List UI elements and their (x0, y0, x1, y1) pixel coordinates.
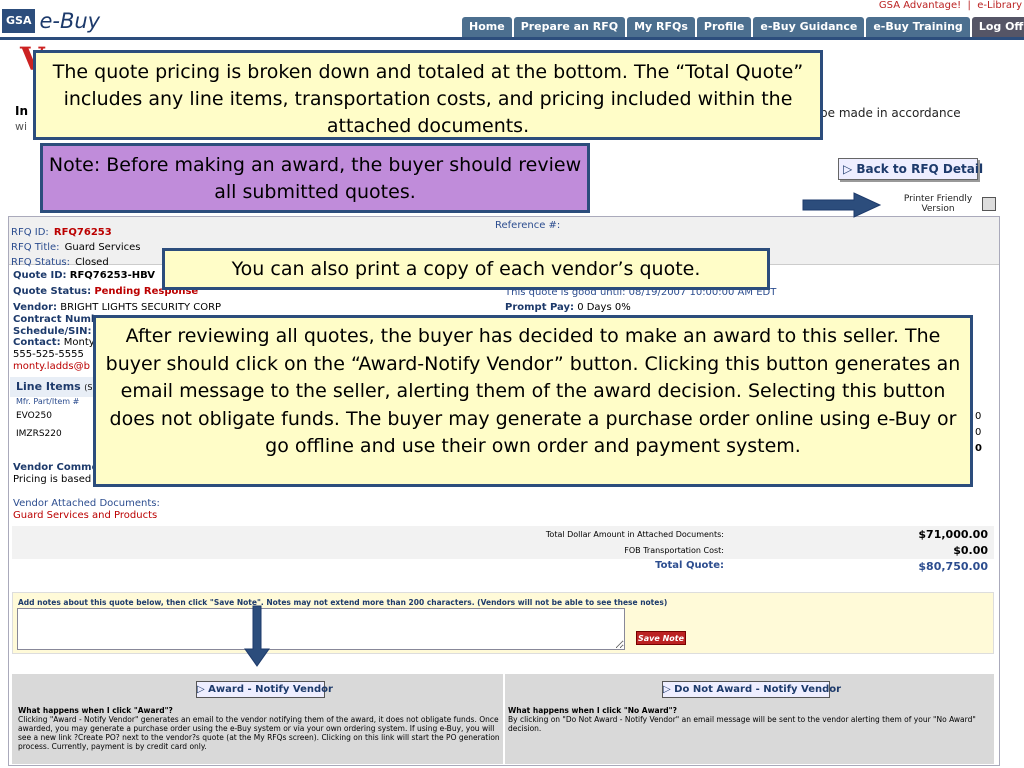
rfq-status-label: RFQ Status: (11, 257, 70, 268)
main-nav-tabs: Home Prepare an RFQ My RFQs Profile e-Bu… (462, 17, 1024, 37)
contract-number-label: Contract Numb (13, 314, 99, 325)
gsa-logo-box: GSA (2, 9, 36, 33)
intro-text-fragment: In (15, 104, 29, 118)
do-not-award-notify-vendor-button[interactable]: ▷ Do Not Award - Notify Vendor (662, 681, 841, 698)
award-explanation: Clicking "Award - Notify Vendor" generat… (18, 715, 500, 751)
totals-row: Total Dollar Amount in Attached Document… (12, 527, 994, 543)
rfq-status-row: RFQ Status: Closed (11, 250, 109, 269)
line-items-total-digit: 0 (975, 443, 982, 454)
fob-transport-label: FOB Transportation Cost: (624, 546, 724, 555)
vendor-comments-text: Pricing is based (13, 474, 92, 485)
contact-label: Contact: (13, 337, 61, 348)
tab-ebuy-training[interactable]: e-Buy Training (866, 17, 970, 37)
quote-id-label: Quote ID: (13, 270, 67, 281)
contact-phone: 555-525-5555 (13, 349, 84, 360)
total-quote-value: $80,750.00 (918, 560, 988, 573)
top-links: GSA Advantage! | e-Library (879, 0, 1022, 11)
back-button-label: Back to RFQ Detail (856, 162, 984, 176)
tab-home[interactable]: Home (462, 17, 512, 37)
vendor-row: Vendor: BRIGHT LIGHTS SECURITY CORP (13, 302, 221, 313)
arrow-down-icon (244, 605, 270, 667)
gsa-advantage-link[interactable]: GSA Advantage! (879, 0, 961, 11)
tab-profile[interactable]: Profile (696, 17, 752, 37)
back-to-rfq-detail-button[interactable]: ▷ Back to RFQ Detail (838, 158, 983, 180)
line-item-1-value-digit: 0 (975, 411, 982, 422)
mfr-part-column-header: Mfr. Part/Item # (16, 397, 80, 406)
no-award-explanation: By clicking on "Do Not Award - Notify Ve… (508, 715, 976, 733)
prompt-pay-row: Prompt Pay: 0 Days 0% (505, 302, 631, 313)
prompt-pay-value: 0 Days 0% (577, 302, 631, 313)
schedule-sin-label: Schedule/SIN: (13, 326, 92, 337)
contact-email-link[interactable]: monty.ladds@b (13, 361, 90, 372)
attached-document-link[interactable]: Guard Services and Products (13, 510, 157, 521)
line-item-2-value-digit: 0 (975, 427, 982, 438)
line-item-2: IMZRS220 (16, 429, 62, 439)
callout-award-instructions: After reviewing all quotes, the buyer ha… (93, 315, 973, 487)
tab-log-off[interactable]: Log Off (971, 17, 1024, 37)
line-items-label: Line Items (16, 380, 81, 393)
play-triangle-icon: ▷ (843, 162, 857, 176)
totals-row: Total Quote: $80,750.00 (12, 559, 994, 575)
award-notify-vendor-button[interactable]: ▷ Award - Notify Vendor (196, 681, 333, 698)
prompt-pay-label: Prompt Pay: (505, 302, 574, 313)
notes-textarea[interactable] (17, 608, 625, 650)
contact-row: Contact: Monty (13, 337, 95, 348)
gsa-ebuy-logo[interactable]: GSA e-Buy (2, 8, 100, 34)
callout-review-quotes-note: Note: Before making an award, the buyer … (40, 143, 590, 213)
printer-friendly-link[interactable]: Printer Friendly Version (893, 194, 983, 214)
ebuy-logo-text: e-Buy (39, 9, 101, 33)
fob-transport-value: $0.00 (953, 544, 988, 557)
award-question: What happens when I click "Award"? (18, 706, 173, 715)
attached-documents-label: Vendor Attached Documents: (13, 498, 160, 509)
no-award-button-label: Do Not Award - Notify Vendor (674, 684, 842, 695)
arrow-right-icon (802, 192, 882, 218)
vendor-label: Vendor: (13, 302, 58, 313)
no-award-question: What happens when I click "No Award"? (508, 706, 677, 715)
vendor-comments-label: Vendor Comme (13, 462, 99, 473)
elibrary-link[interactable]: e-Library (977, 0, 1022, 11)
notes-instructions: Add notes about this quote below, then c… (18, 598, 668, 607)
contact-value: Monty (63, 337, 95, 348)
line-item-1: EVO250 (16, 411, 52, 421)
printer-icon[interactable] (982, 197, 996, 211)
header-rule (0, 37, 1024, 40)
play-triangle-icon: ▷ (197, 684, 209, 695)
total-attached-label: Total Dollar Amount in Attached Document… (545, 530, 724, 539)
quote-id-value: RFQ76253-HBV (69, 270, 156, 281)
vendor-value: BRIGHT LIGHTS SECURITY CORP (60, 302, 222, 313)
totals-row: FOB Transportation Cost: $0.00 (12, 543, 994, 559)
award-panel-divider (503, 674, 505, 764)
callout-quote-pricing: The quote pricing is broken down and tot… (33, 50, 823, 140)
callout-print-quote: You can also print a copy of each vendor… (162, 248, 770, 290)
quote-id-row: Quote ID: RFQ76253-HBV (13, 270, 155, 281)
save-note-button[interactable]: Save Note (636, 631, 686, 645)
tab-ebuy-guidance[interactable]: e-Buy Guidance (753, 17, 865, 37)
intro-text-fragment-2: wi (15, 120, 28, 133)
total-attached-value: $71,000.00 (918, 528, 988, 541)
page: GSA e-Buy GSA Advantage! | e-Library Hom… (0, 0, 1024, 768)
line-items-title: Line Items (Sp (16, 380, 98, 393)
rfq-status-value: Closed (75, 257, 109, 268)
top-link-separator: | (964, 0, 978, 11)
intro-text-tail: be made in accordance (820, 106, 961, 120)
tab-prepare-rfq[interactable]: Prepare an RFQ (513, 17, 626, 37)
quote-status-label: Quote Status: (13, 286, 92, 297)
total-quote-label: Total Quote: (655, 560, 724, 571)
play-triangle-icon: ▷ (663, 684, 675, 695)
reference-label: Reference #: (495, 220, 561, 231)
tab-my-rfqs[interactable]: My RFQs (627, 17, 695, 37)
award-button-label: Award - Notify Vendor (208, 684, 333, 695)
